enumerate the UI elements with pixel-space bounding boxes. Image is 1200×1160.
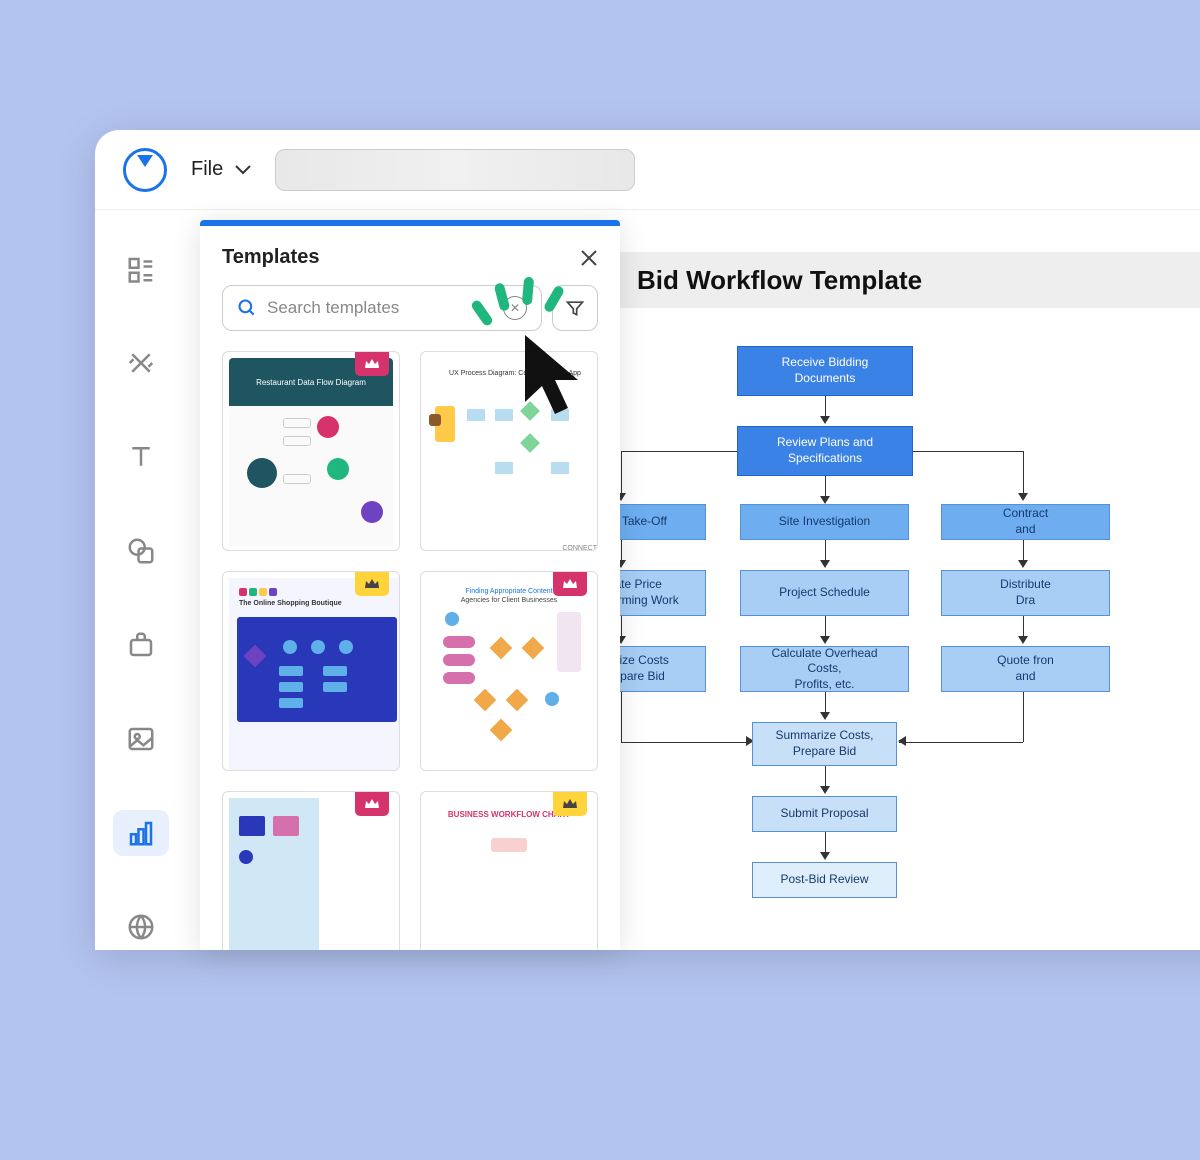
flow-node: Review Plans and Specifications	[737, 426, 913, 476]
template-card[interactable]: UX Process Diagram: Connect Mobile App C…	[420, 351, 598, 551]
search-input[interactable]	[267, 298, 493, 318]
flow-node: Site Investigation	[740, 504, 909, 540]
flow-node: Submit Proposal	[752, 796, 897, 832]
close-icon[interactable]	[580, 249, 598, 267]
template-card[interactable]: BUSINESS WORKFLOW CHART	[420, 791, 598, 950]
flow-node: Summarize Costs,Prepare Bid	[752, 722, 897, 766]
panel-header: Templates	[200, 226, 620, 285]
sidebar-business-icon[interactable]	[113, 622, 169, 668]
flow-node: Calculate Overhead Costs,Profits, etc.	[740, 646, 909, 692]
sidebar-globe-icon[interactable]	[113, 904, 169, 950]
flow-node: DistributeDra	[941, 570, 1110, 616]
flow-node: Receive Bidding Documents	[737, 346, 913, 396]
canvas-title-bar: Bid Workflow Template	[527, 252, 1200, 308]
sidebar-layout-icon[interactable]	[113, 246, 169, 292]
templates-panel: Templates ✕ Restaurant Data Flow Diagram	[200, 220, 620, 950]
flow-node: Post-Bid Review	[752, 862, 897, 898]
app-logo-icon[interactable]	[123, 148, 167, 192]
premium-badge-icon	[355, 792, 389, 816]
sidebar-design-icon[interactable]	[113, 340, 169, 386]
filter-icon	[565, 298, 585, 318]
sidebar-chart-icon[interactable]	[113, 810, 169, 856]
topbar: File	[95, 130, 1200, 210]
template-card[interactable]	[222, 791, 400, 950]
file-menu-label: File	[191, 158, 223, 181]
flow-node: Quote fronand	[941, 646, 1110, 692]
file-menu[interactable]: File	[191, 158, 251, 181]
sidebar-shapes-icon[interactable]	[113, 528, 169, 574]
template-card[interactable]: Restaurant Data Flow Diagram	[222, 351, 400, 551]
panel-title: Templates	[222, 246, 319, 269]
template-card[interactable]: Finding Appropriate Content Agencies for…	[420, 571, 598, 771]
flow-node: Project Schedule	[740, 570, 909, 616]
premium-badge-icon	[355, 352, 389, 376]
clear-search-icon[interactable]: ✕	[503, 296, 527, 320]
template-grid: Restaurant Data Flow Diagram UX Process …	[200, 351, 620, 950]
filter-button[interactable]	[552, 285, 598, 331]
sidebar-text-icon[interactable]	[113, 434, 169, 480]
flowchart: Receive Bidding Documents Review Plans a…	[527, 346, 1200, 950]
premium-badge-icon	[553, 792, 587, 816]
chevron-down-icon	[235, 165, 251, 175]
flow-node: Contractand	[941, 504, 1110, 540]
premium-badge-icon	[355, 572, 389, 596]
canvas-title: Bid Workflow Template	[637, 265, 922, 296]
left-sidebar	[95, 210, 187, 950]
search-box[interactable]: ✕	[222, 285, 542, 331]
template-card[interactable]: The Online Shopping Boutique	[222, 571, 400, 771]
search-icon	[237, 298, 257, 318]
document-title-input[interactable]	[275, 149, 635, 191]
premium-badge-icon	[553, 572, 587, 596]
search-row: ✕	[200, 285, 620, 351]
sidebar-image-icon[interactable]	[113, 716, 169, 762]
